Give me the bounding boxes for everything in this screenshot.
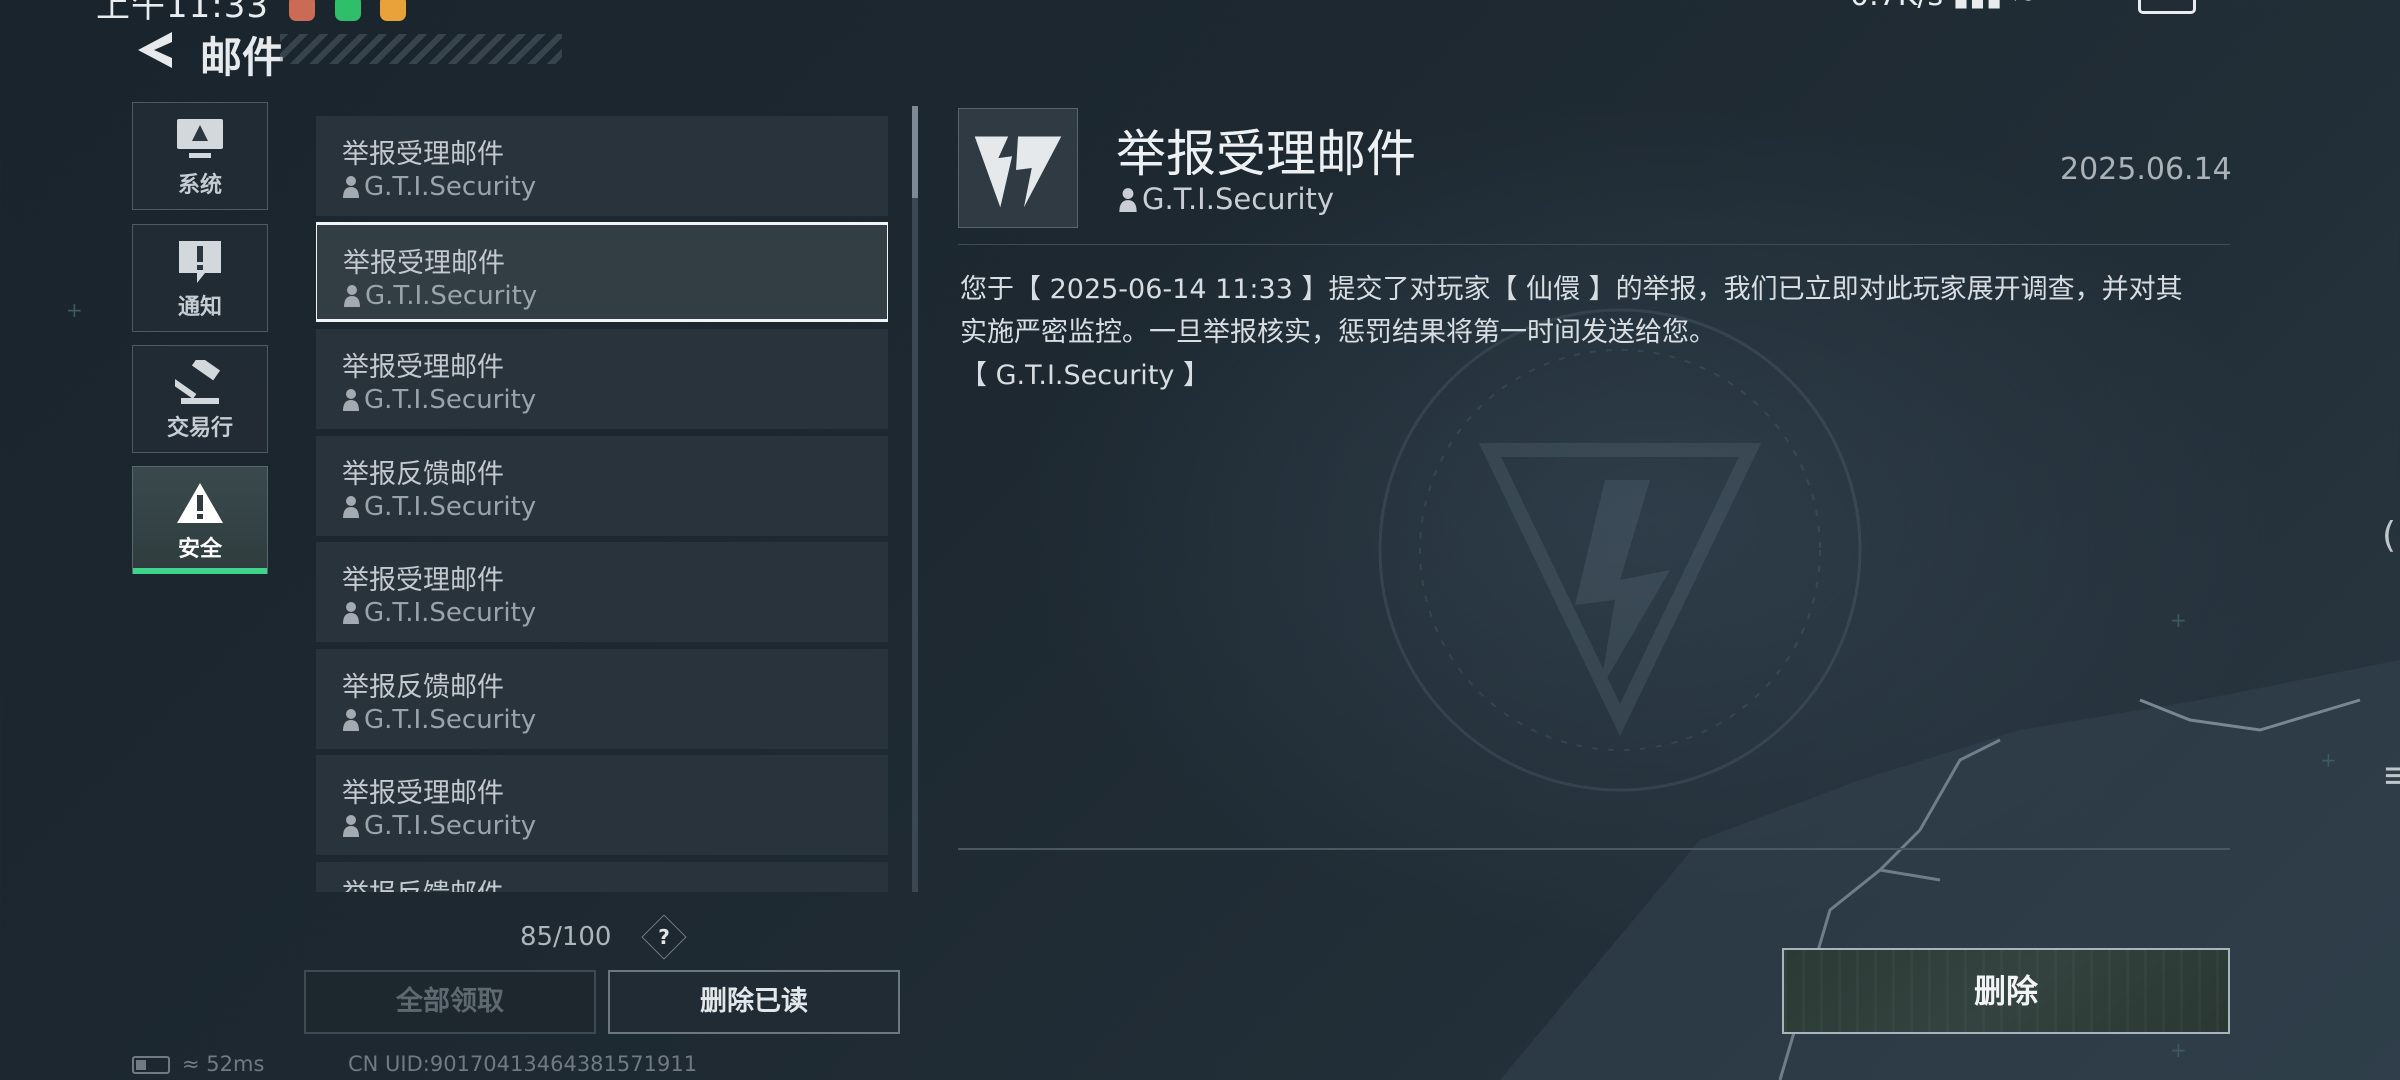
person-icon (343, 709, 359, 731)
category-tab-system[interactable]: 系统 (132, 102, 268, 210)
person-icon (343, 176, 359, 198)
mail-list-item[interactable]: 举报受理邮件 G.T.I.Security (316, 116, 888, 216)
mail-subject: 举报反馈邮件 (342, 672, 504, 703)
ping-value: 52ms (206, 1052, 265, 1076)
wifi-icon: ≈ (182, 1052, 200, 1076)
category-label: 系统 (177, 173, 222, 198)
person-icon (343, 602, 359, 624)
mail-subject: 举报受理邮件 (342, 139, 504, 170)
mail-subject: 举报受理邮件 (342, 565, 504, 596)
page-title: 邮件 (200, 33, 285, 82)
user-uid: CN UID:90170413464381571911 (348, 1052, 698, 1076)
category-tab-notice[interactable]: 通知 (132, 224, 268, 332)
grid-plus-mark: + (2170, 608, 2187, 632)
mail-sender: G.T.I.Security (342, 598, 536, 628)
mail-list-item[interactable]: 举报受理邮件 G.T.I.Security (316, 329, 888, 429)
category-tab-security[interactable]: 安全 (132, 466, 268, 574)
category-tab-trade[interactable]: 交易行 (132, 345, 268, 453)
mail-list-scrollbar[interactable] (912, 106, 918, 892)
help-label: ? (658, 925, 670, 949)
battery-icon (2138, 0, 2196, 14)
edge-handle-icon[interactable]: ( (2382, 515, 2396, 556)
delete-button[interactable]: 删除 (1782, 948, 2230, 1034)
connection-info: ≈ 52ms (132, 1052, 264, 1076)
mail-subject: 举报受理邮件 (343, 248, 505, 279)
signal-icon: ▮▮▮ (1953, 0, 2003, 13)
grid-plus-mark: + (2320, 748, 2337, 772)
mail-body-signature: 【 G.T.I.Security 】 (960, 360, 1210, 391)
mail-body-line: 您于【 2025-06-14 11:33 】提交了对玩家【 仙儇 】的举报，我们… (960, 274, 2183, 305)
mail-list-item-selected[interactable]: 举报受理邮件 G.T.I.Security (316, 222, 888, 322)
grid-plus-mark: + (2170, 1038, 2187, 1062)
person-icon (343, 815, 359, 837)
category-label: 通知 (177, 295, 222, 320)
mail-sender: G.T.I.Security (342, 385, 536, 415)
sender-logo-icon (958, 108, 1078, 228)
exclamation-bubble-icon (179, 241, 221, 283)
notification-app-icon (380, 0, 407, 21)
mail-sender: G.T.I.Security (342, 492, 536, 522)
mail-sender: G.T.I.Security (343, 281, 537, 311)
mail-count: 85/100 (520, 922, 612, 952)
help-button[interactable]: ? (641, 914, 687, 960)
mail-detail-date: 2025.06.14 (2060, 152, 2232, 187)
person-icon (343, 389, 359, 411)
mail-list-item[interactable]: 举报反馈邮件 (316, 862, 888, 892)
mail-sender: G.T.I.Security (342, 172, 536, 202)
mail-list: 举报受理邮件 G.T.I.Security 举报受理邮件 G.T.I.Secur… (316, 116, 888, 892)
mail-subject: 举报反馈邮件 (342, 459, 504, 490)
mail-list-item[interactable]: 举报反馈邮件 G.T.I.Security (316, 436, 888, 536)
mail-detail-sender: G.T.I.Security (1118, 182, 1334, 216)
mail-sender: G.T.I.Security (342, 705, 536, 735)
wifi-icon: ≈ (2012, 0, 2037, 13)
person-icon (344, 285, 360, 307)
mail-subject: 举报受理邮件 (342, 352, 504, 383)
mail-list-scroll-thumb[interactable] (912, 106, 918, 198)
back-button[interactable] (132, 28, 180, 72)
mail-sender: G.T.I.Security (342, 811, 536, 841)
category-label: 安全 (177, 537, 222, 562)
person-icon (1119, 188, 1137, 212)
warning-triangle-icon (177, 483, 223, 523)
monitor-icon (177, 119, 223, 158)
mail-detail-title: 举报受理邮件 (1116, 125, 1416, 183)
grid-plus-mark: + (66, 298, 83, 322)
status-net-speed: 0.7K/s ▮▮▮ ≈ (1850, 0, 2037, 13)
status-time: 上午11:33 (96, 0, 407, 27)
mail-list-item[interactable]: 举报受理邮件 G.T.I.Security (316, 542, 888, 642)
status-bar: 上午11:33 0.7K/s ▮▮▮ ≈ (0, 0, 2400, 26)
notification-app-icon (288, 0, 315, 21)
mail-subject: 举报反馈邮件 (342, 872, 504, 892)
divider (958, 244, 2230, 245)
mail-list-item[interactable]: 举报受理邮件 G.T.I.Security (316, 755, 888, 855)
header-stripe-decoration (280, 34, 562, 64)
divider (958, 848, 2230, 850)
mail-body-line: 实施严密监控。一旦举报核实，惩罚结果将第一时间发送给您。 (960, 317, 1716, 348)
person-icon (343, 496, 359, 518)
claim-all-button[interactable]: 全部领取 (304, 970, 596, 1034)
mail-subject: 举报受理邮件 (342, 778, 504, 809)
mail-list-item[interactable]: 举报反馈邮件 G.T.I.Security (316, 649, 888, 749)
gavel-icon (175, 360, 221, 404)
edge-menu-icon[interactable]: ≡ (2382, 755, 2400, 796)
battery-icon (132, 1056, 170, 1074)
notification-app-icon (334, 0, 361, 21)
mail-detail-body: 您于【 2025-06-14 11:33 】提交了对玩家【 仙儇 】的举报，我们… (960, 268, 2230, 397)
category-label: 交易行 (166, 416, 233, 441)
delete-read-button[interactable]: 删除已读 (608, 970, 900, 1034)
